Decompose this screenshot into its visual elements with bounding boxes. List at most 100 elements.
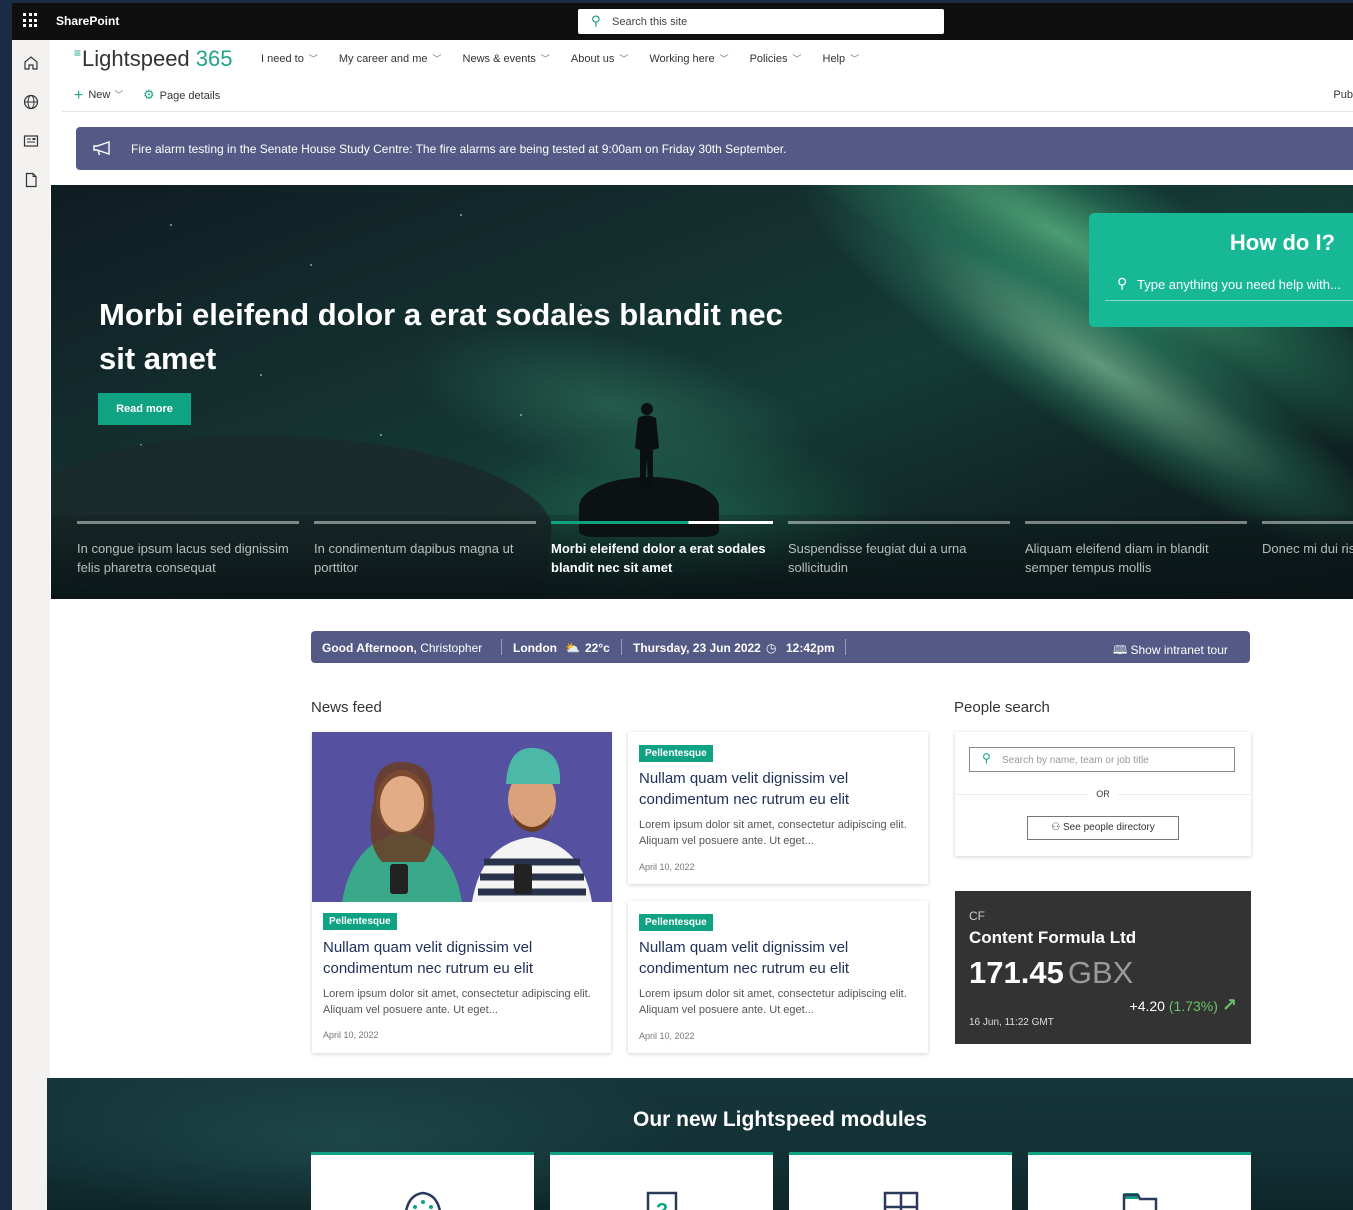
module-card[interactable] bbox=[311, 1152, 534, 1210]
current-date: Thursday, 23 Jun 2022 bbox=[633, 641, 761, 655]
search-icon: ⚲ bbox=[982, 751, 991, 765]
file-icon[interactable] bbox=[23, 172, 39, 188]
carousel-slide[interactable]: Donec mi dui risus eu sceler bbox=[1262, 521, 1353, 558]
folder-icon bbox=[1122, 1193, 1157, 1210]
module-card[interactable] bbox=[789, 1152, 1012, 1210]
news-title[interactable]: Nullam quam velit dignissim vel condimen… bbox=[639, 768, 919, 810]
nav-item-policies[interactable]: Policies ﹀ bbox=[750, 52, 802, 65]
globe-icon[interactable] bbox=[23, 94, 39, 110]
stock-ticker: CF Content Formula Ltd 171.45 GBX +4.20 (… bbox=[955, 891, 1251, 1044]
news-title[interactable]: Nullam quam velit dignissim vel condimen… bbox=[639, 937, 919, 979]
carousel-slide[interactable]: Aliquam eleifend diam in blandit semper … bbox=[1025, 521, 1247, 577]
stock-timestamp: 16 Jun, 11:22 GMT bbox=[969, 1017, 1054, 1028]
module-card[interactable]: ? bbox=[550, 1152, 773, 1210]
nav-item-i-need-to[interactable]: I need to ﹀ bbox=[261, 52, 318, 65]
news-excerpt: Lorem ipsum dolor sit amet, consectetur … bbox=[639, 988, 907, 1016]
news-title[interactable]: Nullam quam velit dignissim vel condimen… bbox=[323, 937, 603, 979]
news-date: April 10, 2022 bbox=[639, 1031, 695, 1041]
news-excerpt: Lorem ipsum dolor sit amet, consectetur … bbox=[639, 819, 907, 847]
module-card[interactable] bbox=[1028, 1152, 1251, 1210]
news-feed-title: News feed bbox=[311, 699, 382, 716]
svg-text:?: ? bbox=[655, 1200, 667, 1210]
publish-button[interactable]: Pub bbox=[1333, 89, 1353, 101]
nav-item-help[interactable]: Help ﹀ bbox=[823, 52, 860, 65]
hero-person-silhouette bbox=[635, 403, 659, 488]
how-do-i-placeholder: Type anything you need help with... bbox=[1137, 277, 1341, 292]
news-tag[interactable]: Pellentesque bbox=[639, 745, 713, 762]
divider bbox=[845, 639, 846, 655]
carousel-slide[interactable]: In condimentum dapibus magna ut porttito… bbox=[314, 521, 536, 577]
sharepoint-window: SharePoint ⚲ Search this site ≡Lightspee… bbox=[12, 3, 1353, 1210]
megaphone-icon bbox=[93, 141, 110, 156]
weather-temp: 22°c bbox=[585, 641, 610, 655]
app-launcher-icon[interactable] bbox=[23, 13, 37, 27]
logo-number: 365 bbox=[195, 46, 233, 71]
people-icon: ⚇ bbox=[1051, 822, 1061, 833]
slide-label: Donec mi dui risus eu sceler bbox=[1262, 541, 1353, 556]
home-icon[interactable] bbox=[23, 55, 39, 71]
nav-item-news-events[interactable]: News & events ﹀ bbox=[463, 52, 550, 65]
site-logo[interactable]: ≡Lightspeed 365 bbox=[74, 46, 233, 72]
map-icon: 🕮 bbox=[1113, 643, 1128, 657]
divider bbox=[621, 639, 622, 655]
slide-progress-bar bbox=[788, 521, 1010, 524]
greeting-text: Good Afternoon, Christopher bbox=[322, 641, 483, 655]
plus-icon: + bbox=[74, 87, 84, 104]
hero-title: Morbi eleifend dolor a erat sodales blan… bbox=[99, 297, 783, 376]
slide-label: Aliquam eleifend diam in blandit semper … bbox=[1025, 541, 1209, 575]
divider bbox=[501, 639, 502, 655]
news-card[interactable]: Pellentesque Nullam quam velit dignissim… bbox=[628, 732, 928, 884]
news-card[interactable]: Pellentesque Nullam quam velit dignissim… bbox=[628, 901, 928, 1053]
chevron-down-icon: ﹀ bbox=[719, 54, 729, 64]
modules-section: Our new Lightspeed modules ? bbox=[47, 1078, 1353, 1210]
nav-item-about-us[interactable]: About us ﹀ bbox=[571, 52, 628, 65]
news-tag[interactable]: Pellentesque bbox=[639, 914, 713, 931]
news-icon[interactable] bbox=[23, 133, 39, 149]
page-details-button[interactable]: ⚙ Page details bbox=[143, 87, 220, 103]
nav-item-working-here[interactable]: Working here ﹀ bbox=[649, 52, 728, 65]
layout-icon bbox=[883, 1191, 918, 1210]
news-photo bbox=[312, 732, 612, 902]
cloud-sun-icon: ⛅ bbox=[565, 641, 580, 655]
suite-brand[interactable]: SharePoint bbox=[56, 14, 119, 28]
slide-progress-bar bbox=[1262, 521, 1353, 524]
hero-carousel: Morbi eleifend dolor a erat sodales blan… bbox=[51, 185, 1353, 599]
how-do-i-search[interactable]: ⚲ Type anything you need help with... bbox=[1105, 269, 1353, 301]
nav-item-my-career[interactable]: My career and me ﹀ bbox=[339, 52, 442, 65]
how-do-i-panel: How do I? ⚲ Type anything you need help … bbox=[1089, 213, 1353, 327]
people-search-input[interactable]: ⚲ Search by name, team or job title bbox=[969, 747, 1235, 772]
news-card-featured[interactable]: Pellentesque Nullam quam velit dignissim… bbox=[312, 732, 612, 1053]
intranet-tour-button[interactable]: 🕮 Show intranet tour bbox=[1113, 641, 1228, 662]
logo-mark-icon: ≡ bbox=[74, 46, 82, 60]
command-bar: + New ﹀ ⚙ Page details bbox=[62, 81, 1353, 112]
alert-text: Fire alarm testing in the Senate House S… bbox=[131, 142, 787, 156]
carousel-slide[interactable]: Suspendisse feugiat dui a urna sollicitu… bbox=[788, 521, 1010, 577]
read-more-button[interactable]: Read more bbox=[98, 393, 191, 425]
new-button[interactable]: + New ﹀ bbox=[74, 87, 123, 105]
stock-price: 171.45 GBX bbox=[969, 955, 1134, 990]
logo-word: Lightspeed bbox=[82, 46, 190, 71]
people-search-placeholder: Search by name, team or job title bbox=[1002, 755, 1149, 766]
news-tag[interactable]: Pellentesque bbox=[323, 913, 397, 930]
news-date: April 10, 2022 bbox=[323, 1030, 379, 1040]
people-search-card: ⚲ Search by name, team or job title OR ⚇… bbox=[955, 732, 1251, 856]
site-search-box[interactable]: ⚲ Search this site bbox=[578, 9, 944, 34]
news-date: April 10, 2022 bbox=[639, 862, 695, 872]
alert-banner[interactable]: Fire alarm testing in the Senate House S… bbox=[76, 127, 1353, 170]
slide-label: In condimentum dapibus magna ut porttito… bbox=[314, 541, 514, 575]
chevron-down-icon: ﹀ bbox=[432, 54, 442, 64]
or-label: OR bbox=[955, 789, 1251, 799]
stock-currency: GBX bbox=[1067, 955, 1134, 990]
carousel-slide[interactable]: In congue ipsum lacus sed dignissim feli… bbox=[77, 521, 299, 577]
palette-icon bbox=[404, 1191, 441, 1210]
current-time: 12:42pm bbox=[786, 641, 835, 655]
how-do-i-title: How do I? bbox=[1229, 230, 1335, 255]
carousel-slide-active[interactable]: Morbi eleifend dolor a erat sodales blan… bbox=[551, 521, 773, 577]
search-icon: ⚲ bbox=[1117, 275, 1128, 291]
people-directory-button[interactable]: ⚇ See people directory bbox=[1027, 816, 1179, 840]
stock-symbol: CF bbox=[969, 909, 985, 923]
chevron-down-icon: ﹀ bbox=[619, 54, 629, 64]
people-search-title: People search bbox=[954, 699, 1050, 716]
trend-up-icon: ↗ bbox=[1221, 995, 1237, 1015]
stock-change: +4.20 (1.73%) ↗ bbox=[1129, 995, 1237, 1015]
